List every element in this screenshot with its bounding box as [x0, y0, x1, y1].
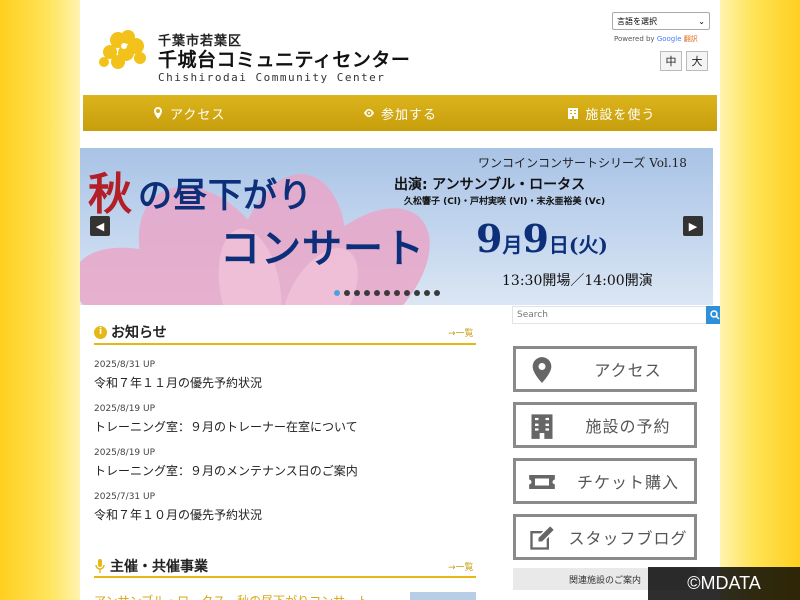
map-pin-icon	[532, 357, 552, 383]
microphone-icon	[95, 559, 105, 573]
side-blog-label: スタッフブログ	[568, 529, 688, 548]
news-date: 2025/8/19 UP	[94, 448, 156, 458]
search-button[interactable]	[706, 306, 720, 324]
carousel-dot[interactable]	[344, 290, 350, 296]
news-heading: i お知らせ	[94, 322, 167, 342]
carousel-dot[interactable]	[424, 290, 430, 296]
banner-series: ワンコインコンサートシリーズ Vol.18	[478, 156, 687, 170]
carousel-dot[interactable]	[394, 290, 400, 296]
nav-facility[interactable]: 施設を使う	[506, 104, 717, 123]
carousel-dots	[334, 290, 440, 296]
carousel-dot[interactable]	[414, 290, 420, 296]
news-item[interactable]: 2025/8/31 UP 令和７年１１月の優先予約状況	[94, 360, 262, 391]
building-icon	[568, 108, 579, 119]
news-title[interactable]: 令和７年１１月の優先予約状況	[94, 374, 262, 391]
side-ticket-button[interactable]: チケット購入	[513, 458, 697, 504]
brand-english: Chishirodai Community Center	[158, 71, 386, 84]
eye-icon	[363, 109, 374, 117]
banner-performer: 出演: アンサンブル・ロータス	[394, 177, 586, 193]
carousel-dot[interactable]	[434, 290, 440, 296]
ticket-icon	[529, 475, 555, 489]
chevron-down-icon: ⌄	[698, 16, 705, 26]
banner-carousel[interactable]: ワンコインコンサートシリーズ Vol.18 秋 の昼下がり コンサート 出演: …	[80, 148, 713, 305]
events-divider	[94, 576, 476, 578]
info-icon: i	[94, 325, 107, 339]
building-icon	[531, 414, 553, 439]
nav-facility-label: 施設を使う	[585, 107, 656, 123]
font-size-medium-button[interactable]: 中	[660, 51, 682, 71]
event-item-title[interactable]: アンサンブル・ロータス 秋の昼下がりコンサート	[94, 592, 369, 600]
nav-participate[interactable]: 参加する	[294, 104, 505, 123]
news-date: 2025/7/31 UP	[94, 492, 156, 502]
nav-participate-label: 参加する	[380, 107, 437, 123]
news-divider	[94, 343, 476, 345]
page: 千葉市若葉区 千城台コミュニティセンター Chishirodai Communi…	[80, 0, 720, 600]
copyright-overlay: ©MDATA	[648, 567, 800, 600]
event-thumbnail[interactable]	[410, 592, 476, 600]
banner-date: 9月9日(火)	[476, 216, 608, 261]
events-more-link[interactable]: →一覧	[448, 560, 474, 573]
news-date: 2025/8/31 UP	[94, 360, 156, 370]
carousel-prev-button[interactable]: ◀	[90, 216, 110, 236]
carousel-dot[interactable]	[374, 290, 380, 296]
map-pin-icon	[153, 107, 162, 119]
banner-players: 久松響子 (Cl)・戸村実咲 (Vl)・末永亜裕美 (Vc)	[404, 197, 606, 207]
banner-title-aki: 秋	[88, 169, 132, 220]
search-icon	[710, 310, 720, 320]
brand[interactable]: 千葉市若葉区 千城台コミュニティセンター Chishirodai Communi…	[158, 30, 410, 84]
brand-name: 千城台コミュニティセンター	[158, 49, 411, 71]
banner-title-concert: コンサート	[220, 225, 425, 272]
edit-icon	[530, 526, 554, 550]
carousel-dot[interactable]	[354, 290, 360, 296]
news-title[interactable]: トレーニング室：９月のトレーナー在室について	[94, 418, 358, 435]
news-title[interactable]: 令和７年１０月の優先予約状況	[94, 506, 262, 523]
side-reservation-label: 施設の予約	[585, 417, 671, 436]
news-more-link[interactable]: →一覧	[448, 326, 474, 339]
search-input[interactable]: Search	[512, 306, 708, 324]
side-access-label: アクセス	[594, 361, 662, 380]
banner-time: 13:30開場／14:00開演	[502, 273, 653, 289]
nav-access-label: アクセス	[169, 107, 226, 123]
news-item[interactable]: 2025/7/31 UP 令和７年１０月の優先予約状況	[94, 492, 262, 523]
news-title[interactable]: トレーニング室：９月のメンテナンス日のご案内	[94, 462, 358, 479]
events-heading: 主催・共催事業	[94, 556, 208, 576]
nav-access[interactable]: アクセス	[83, 104, 294, 123]
google-translate-credit[interactable]: Powered by Google 翻訳	[614, 34, 698, 44]
main-nav: アクセス 参加する 施設を使う	[83, 95, 717, 131]
carousel-dot[interactable]	[384, 290, 390, 296]
side-blog-button[interactable]: スタッフブログ	[513, 514, 697, 560]
news-date: 2025/8/19 UP	[94, 404, 156, 414]
side-access-button[interactable]: アクセス	[513, 346, 697, 392]
logo-clover-icon[interactable]	[96, 28, 156, 76]
header: 千葉市若葉区 千城台コミュニティセンター Chishirodai Communi…	[80, 0, 720, 92]
side-reservation-button[interactable]: 施設の予約	[513, 402, 697, 448]
news-item[interactable]: 2025/8/19 UP トレーニング室：９月のトレーナー在室について	[94, 404, 358, 435]
language-select-label: 言語を選択	[617, 16, 657, 26]
carousel-dot[interactable]	[334, 290, 340, 296]
carousel-dot[interactable]	[404, 290, 410, 296]
news-item[interactable]: 2025/8/19 UP トレーニング室：９月のメンテナンス日のご案内	[94, 448, 358, 479]
side-ticket-label: チケット購入	[576, 473, 679, 492]
language-select[interactable]: 言語を選択 ⌄	[612, 12, 710, 30]
font-size-large-button[interactable]: 大	[686, 51, 708, 71]
carousel-dot[interactable]	[364, 290, 370, 296]
carousel-next-button[interactable]: ▶	[683, 216, 703, 236]
brand-ward: 千葉市若葉区	[158, 34, 243, 49]
banner-title-afternoon: の昼下がり	[138, 176, 313, 216]
